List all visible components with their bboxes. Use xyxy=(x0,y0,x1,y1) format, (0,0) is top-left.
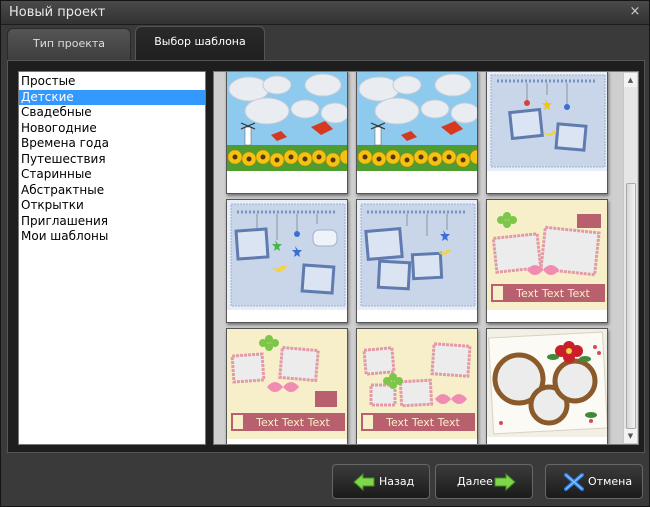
category-item-travel[interactable]: Путешествия xyxy=(19,152,205,168)
template-thumbnail[interactable]: Text Text Text xyxy=(356,328,478,444)
x-cross-icon xyxy=(564,473,584,491)
template-thumbnail[interactable] xyxy=(226,72,348,194)
back-button-label: Назад xyxy=(379,475,415,488)
pink-ribbon-frames-template-preview: Text Text Text xyxy=(487,200,607,310)
tab-template-selection[interactable]: Выбор шаблона xyxy=(135,26,265,60)
cancel-button-label: Отмена xyxy=(588,475,633,488)
tab-content-panel: Простые Детские Свадебные Новогодние Вре… xyxy=(7,60,645,453)
template-gallery: Text Text Text Text Text Text Text Text … xyxy=(213,71,639,445)
title-bar: Новый проект × xyxy=(1,1,649,25)
template-thumbnail[interactable] xyxy=(486,72,608,194)
category-item-vintage[interactable]: Старинные xyxy=(19,167,205,183)
vertical-scrollbar[interactable]: ▲ ▼ xyxy=(623,73,637,443)
new-project-dialog: Новый проект × Тип проекта Выбор шаблона… xyxy=(0,0,650,507)
category-item-abstract[interactable]: Абстрактные xyxy=(19,183,205,199)
category-item-my-templates[interactable]: Мои шаблоны xyxy=(19,229,205,245)
next-button-label: Далее xyxy=(457,475,493,488)
template-thumbnail[interactable]: Text Text Text xyxy=(486,199,608,323)
category-item-invitations[interactable]: Приглашения xyxy=(19,214,205,230)
category-item-postcards[interactable]: Открытки xyxy=(19,198,205,214)
arrow-right-icon xyxy=(494,473,516,491)
sunflower-clouds-template-preview xyxy=(227,72,347,171)
scrollbar-thumb[interactable] xyxy=(626,183,636,429)
next-button[interactable]: Далее xyxy=(435,464,533,499)
category-item-wedding[interactable]: Свадебные xyxy=(19,105,205,121)
baby-blue-mobile-template-preview xyxy=(487,72,607,171)
baby-blue-mobile-template-preview xyxy=(227,200,347,310)
window-title: Новый проект xyxy=(9,5,106,20)
template-grid: Text Text Text Text Text Text Text Text … xyxy=(220,72,616,444)
back-button[interactable]: Назад xyxy=(332,464,430,499)
template-thumbnail[interactable] xyxy=(226,199,348,323)
cancel-button[interactable]: Отмена xyxy=(545,464,643,499)
template-caption: Text Text Text xyxy=(385,416,460,429)
scroll-up-icon[interactable]: ▲ xyxy=(624,73,637,87)
baby-blue-mobile-template-preview xyxy=(357,200,477,310)
close-icon[interactable]: × xyxy=(627,4,643,20)
floral-wreath-template-preview xyxy=(487,329,607,437)
arrow-left-icon xyxy=(353,473,375,491)
sunflower-clouds-template-preview xyxy=(357,72,477,171)
tab-bar: Тип проекта Выбор шаблона xyxy=(7,26,647,60)
template-caption: Text Text Text xyxy=(255,416,330,429)
template-thumbnail[interactable]: Text Text Text xyxy=(226,328,348,444)
category-item-new-year[interactable]: Новогодние xyxy=(19,121,205,137)
category-list[interactable]: Простые Детские Свадебные Новогодние Вре… xyxy=(18,71,206,445)
template-thumbnail[interactable] xyxy=(356,199,478,323)
pink-ribbon-frames-template-preview: Text Text Text xyxy=(357,329,477,439)
category-item-kids[interactable]: Детские xyxy=(19,89,205,105)
scroll-down-icon[interactable]: ▼ xyxy=(624,429,637,443)
tab-project-type[interactable]: Тип проекта xyxy=(7,28,131,60)
category-item-seasons[interactable]: Времена года xyxy=(19,136,205,152)
pink-ribbon-frames-template-preview: Text Text Text xyxy=(227,329,347,439)
template-caption: Text Text Text xyxy=(515,287,590,300)
category-item-simple[interactable]: Простые xyxy=(19,74,205,90)
template-thumbnail[interactable] xyxy=(356,72,478,194)
template-thumbnail[interactable] xyxy=(486,328,608,444)
